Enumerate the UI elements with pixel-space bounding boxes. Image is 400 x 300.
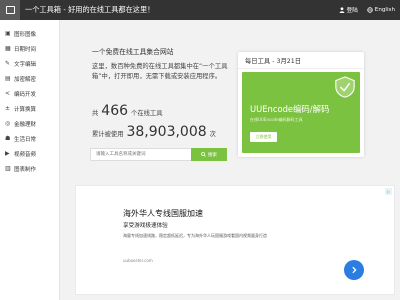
chevron-right-icon <box>352 266 357 274</box>
top-right-links: 登陆 English <box>339 0 395 20</box>
sidebar-item-video[interactable]: ▶ 视频音频 <box>0 146 59 161</box>
user-icon <box>339 7 344 13</box>
site-description: 这里，数百种免费的在线工具都集中在“一个工具箱”中，打开即用，无需下载或安装应用… <box>92 63 228 80</box>
chart-icon: ▥ <box>5 165 11 172</box>
life-icon: ☗ <box>5 135 11 142</box>
lock-icon: ▤ <box>5 75 11 82</box>
language-switch[interactable]: English <box>367 7 395 13</box>
use-now-button[interactable]: 立即使用 <box>250 132 277 142</box>
daily-tool-banner[interactable]: UUEncode编码/解码 在线UUEncode编码解码工具 立即使用 <box>242 72 360 153</box>
tools-count: 466 <box>101 103 129 119</box>
ad-open-button[interactable] <box>344 260 364 280</box>
calendar-icon: ▦ <box>5 45 11 52</box>
globe-icon <box>367 7 373 13</box>
advertisement[interactable]: ▷ 海外华人专线国服加速 享受游戏极速体验 海量专线加速线路，稳定超低延迟，专为… <box>75 185 395 295</box>
sidebar-item-label: 金融理财 <box>14 121 37 128</box>
sidebar-item-datetime[interactable]: ▦ 日期时间 <box>0 41 59 56</box>
usage-count-line: 累计被使用 38,903,008 次 <box>92 124 216 140</box>
video-icon: ▶ <box>5 150 10 157</box>
daily-tool-subtitle: 在线UUEncode编码解码工具 <box>250 117 303 122</box>
usage-count: 38,903,008 <box>126 124 207 140</box>
sidebar-item-label: 日期时间 <box>14 46 37 53</box>
sidebar-item-label: 图形图像 <box>14 31 37 38</box>
search-icon <box>201 152 206 157</box>
sidebar: ▣ 图形图像 ▦ 日期时间 ✎ 文字编辑 ▤ 加密解密 < 编码开发 ± 计算换… <box>0 20 60 300</box>
sidebar-item-crypto[interactable]: ▤ 加密解密 <box>0 71 59 86</box>
ad-url[interactable]: uubooster.com <box>123 258 153 263</box>
ad-title[interactable]: 海外华人专线国服加速 <box>123 208 203 219</box>
sidebar-item-finance[interactable]: ◎ 金融理财 <box>0 116 59 131</box>
usage-suffix: 次 <box>209 131 216 138</box>
language-label: English <box>374 7 395 13</box>
sidebar-item-label: 生活日常 <box>14 136 37 143</box>
daily-tool-header: 每日工具 - 3月21日 <box>238 52 364 69</box>
sidebar-item-graphics[interactable]: ▣ 图形图像 <box>0 26 59 41</box>
calculator-icon: ± <box>5 105 11 112</box>
shield-icon <box>335 76 355 98</box>
tools-suffix: 个在线工具 <box>131 110 163 117</box>
sidebar-item-text[interactable]: ✎ 文字编辑 <box>0 56 59 71</box>
site-title[interactable]: 一个工具箱 - 好用的在线工具都在这里！ <box>25 5 154 15</box>
sidebar-item-life[interactable]: ☗ 生活日常 <box>0 131 59 146</box>
sidebar-item-label: 文字编辑 <box>14 61 37 68</box>
search-bar: 搜索 <box>90 148 227 161</box>
sidebar-item-coding[interactable]: < 编码开发 <box>0 86 59 101</box>
daily-tool-card: 每日工具 - 3月21日 UUEncode编码/解码 在线UUEncode编码解… <box>238 52 364 157</box>
login-label: 登陆 <box>346 8 358 14</box>
sidebar-item-label: 图表制作 <box>14 166 37 173</box>
search-input[interactable] <box>90 148 191 161</box>
tools-prefix: 共 <box>92 110 99 117</box>
money-icon: ◎ <box>5 120 11 127</box>
login-link[interactable]: 登陆 <box>339 6 358 14</box>
sidebar-item-chart[interactable]: ▥ 图表制作 <box>0 161 59 176</box>
top-navbar: 一个工具箱 - 好用的在线工具都在这里！ 登陆 English <box>0 0 400 20</box>
search-button[interactable]: 搜索 <box>191 148 227 161</box>
sidebar-item-label: 计算换算 <box>14 106 37 113</box>
sidebar-item-label: 加密解密 <box>14 76 37 83</box>
logo[interactable] <box>0 0 20 20</box>
toolbox-icon <box>5 6 15 14</box>
code-icon: < <box>5 90 11 97</box>
daily-tool-title: UUEncode编码/解码 <box>250 104 330 114</box>
welcome-text: 一个免费在线工具集合网站 <box>92 48 174 56</box>
image-icon: ▣ <box>5 30 11 37</box>
sidebar-item-label: 视频音频 <box>14 151 37 158</box>
sidebar-item-calc[interactable]: ± 计算换算 <box>0 101 59 116</box>
usage-prefix: 累计被使用 <box>92 131 124 138</box>
search-button-label: 搜索 <box>208 152 217 158</box>
sidebar-item-label: 编码开发 <box>14 91 37 98</box>
ad-info-icon[interactable]: ▷ <box>385 188 392 195</box>
ad-description: 海量专线加速线路，稳定超低延迟，专为海外华人玩国服游戏看国内视频量身打造 <box>123 233 267 238</box>
tools-count-line: 共 466 个在线工具 <box>92 103 163 119</box>
text-icon: ✎ <box>5 60 11 67</box>
ad-subtitle: 享受游戏极速体验 <box>123 223 168 229</box>
